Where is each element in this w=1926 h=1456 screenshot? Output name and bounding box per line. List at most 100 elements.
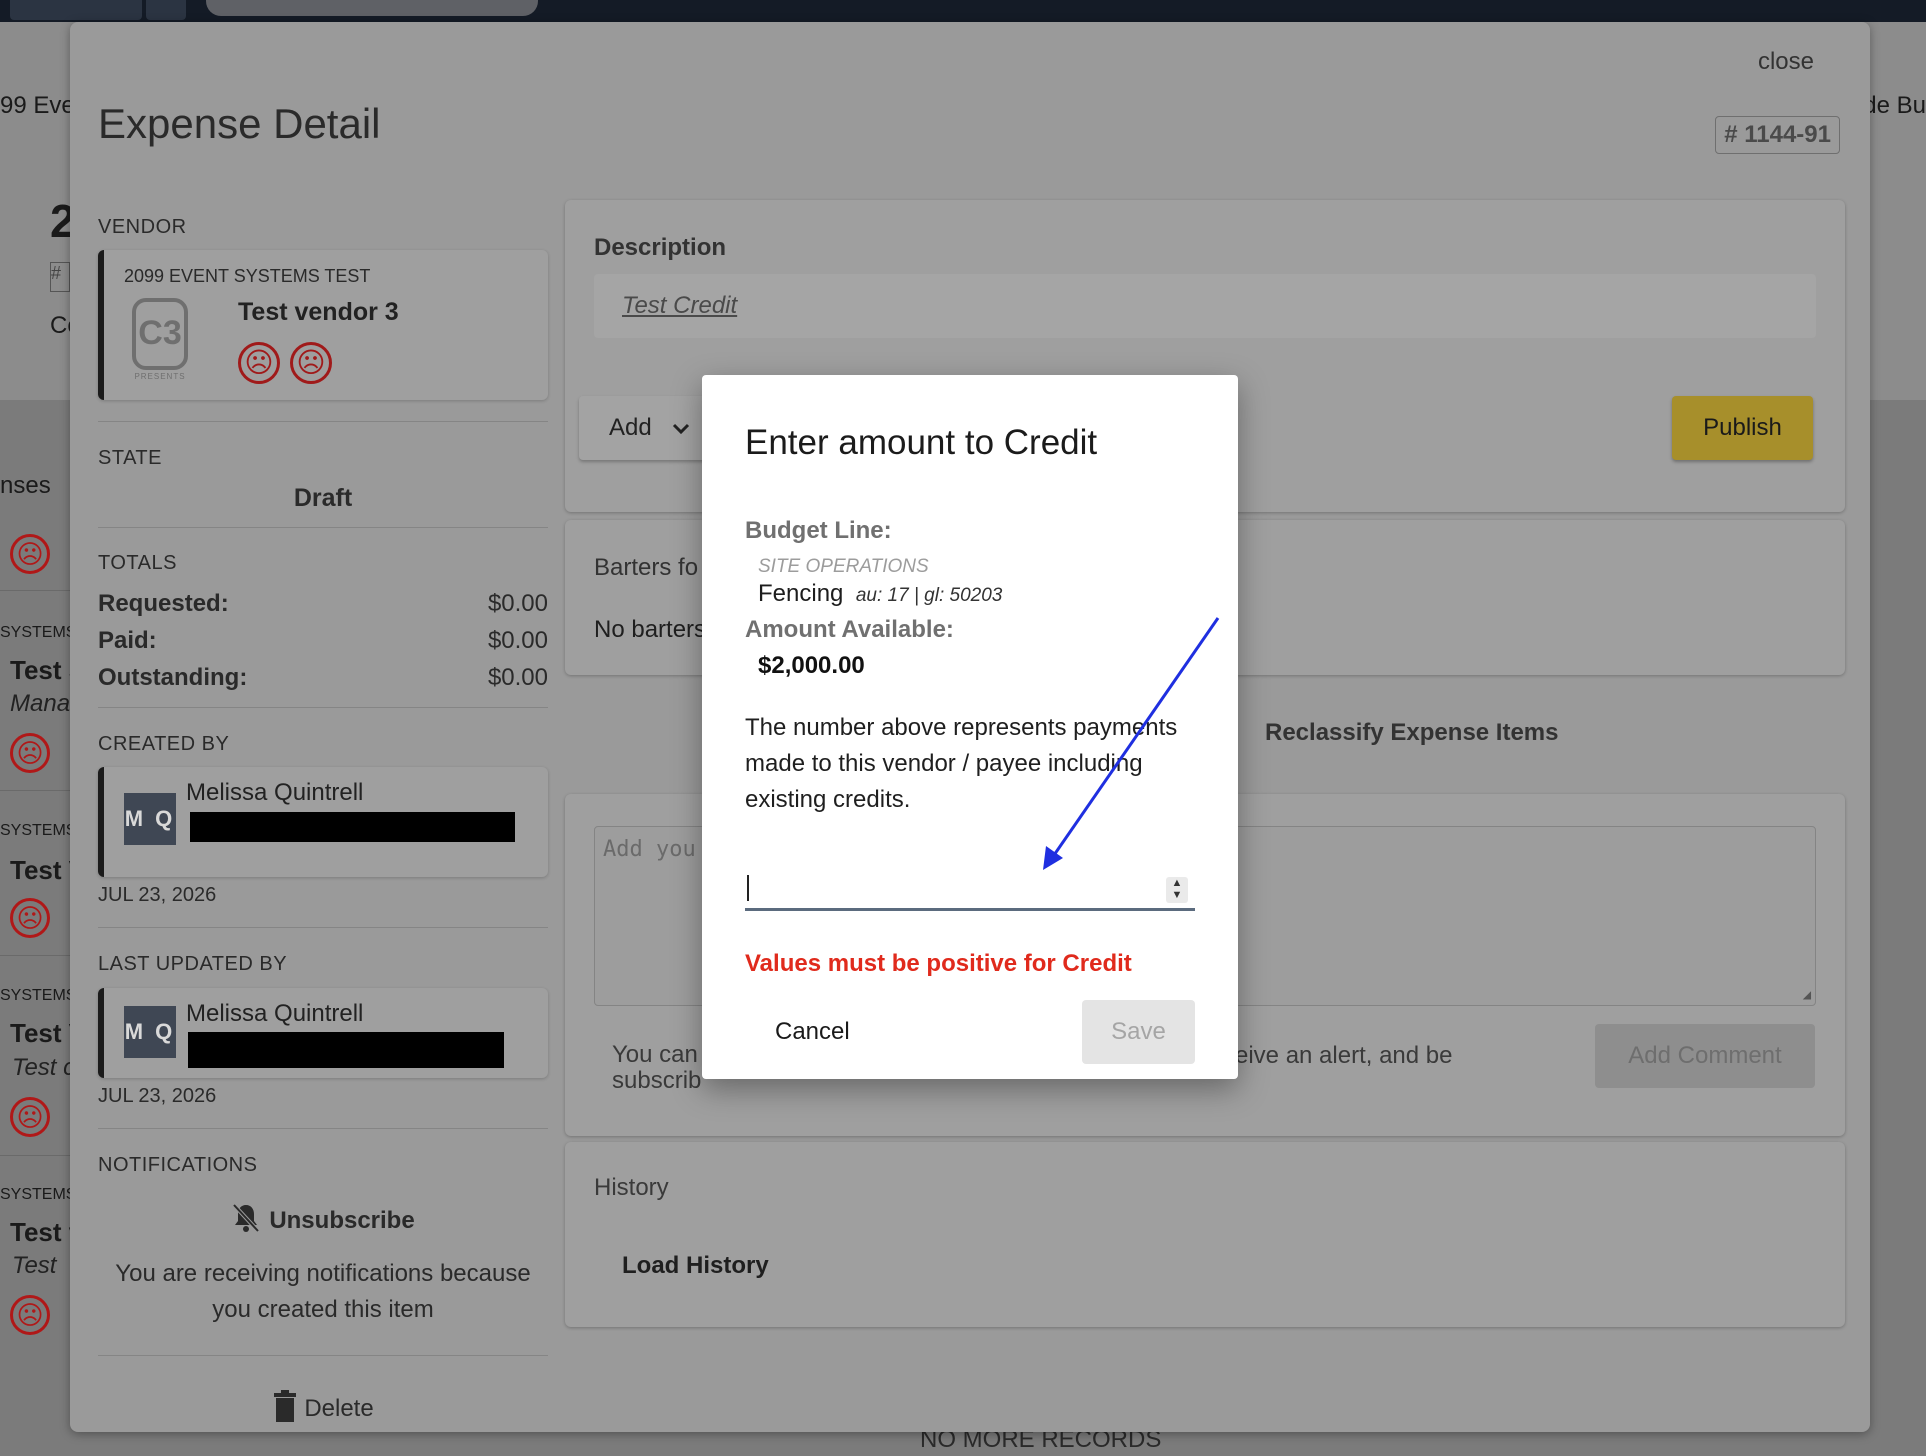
- top-navbar: [0, 0, 1926, 22]
- publish-button[interactable]: Publish: [1672, 396, 1813, 460]
- totals-row: Requested: $0.00: [98, 590, 548, 627]
- divider: [98, 1355, 548, 1356]
- navbar-search[interactable]: [206, 0, 538, 16]
- expense-id-badge: # 1144-91: [1715, 116, 1840, 154]
- budget-category: SITE OPERATIONS: [758, 556, 929, 577]
- description-field[interactable]: Test Credit: [594, 274, 1816, 338]
- validation-error: Values must be positive for Credit: [745, 950, 1132, 977]
- totals-row-value: $0.00: [487, 590, 548, 617]
- divider: [98, 927, 548, 928]
- totals-table: Requested: $0.00 Paid: $0.00 Outstanding…: [98, 590, 548, 701]
- history-panel: History Load History: [565, 1142, 1845, 1327]
- unsubscribe-button[interactable]: Unsubscribe: [98, 1202, 548, 1241]
- divider: [0, 790, 70, 791]
- created-by-label: CREATED BY: [98, 733, 230, 755]
- created-date: JUL 23, 2026: [98, 884, 217, 906]
- totals-row: Outstanding: $0.00: [98, 664, 548, 701]
- comment-hint-right: eive an alert, and be: [1235, 1042, 1453, 1069]
- resize-handle-icon[interactable]: ◢: [1803, 987, 1811, 1003]
- state-value: Draft: [293, 484, 353, 512]
- frown-icon: ☹: [10, 1295, 50, 1335]
- redacted-email: [190, 812, 515, 842]
- vendor-org: 2099 EVENT SYSTEMS TEST: [124, 266, 371, 286]
- bg-row-sub: Mana: [10, 690, 71, 717]
- redacted-email: [188, 1032, 504, 1068]
- totals-row-label: Requested:: [98, 590, 229, 617]
- frown-icon: ☹: [10, 1097, 50, 1137]
- load-history-button[interactable]: Load History: [622, 1252, 769, 1280]
- number-spinner-icon[interactable]: ▲ ▼: [1166, 877, 1188, 903]
- bg-section-title: nses: [0, 472, 51, 499]
- divider: [98, 421, 548, 422]
- dialog-title: Enter amount to Credit: [745, 423, 1098, 462]
- bell-off-icon: [231, 1202, 261, 1241]
- budget-codes: au: 17 | gl: 50203: [855, 585, 1003, 606]
- comment-placeholder: Add you: [603, 837, 696, 862]
- budget-line-item: Fencing au: 17 | gl: 50203: [758, 580, 1002, 608]
- totals-row-value: $0.00: [487, 664, 548, 691]
- amount-available-label: Amount Available:: [745, 616, 954, 643]
- comment-hint-line: subscrib: [612, 1067, 702, 1094]
- cancel-button[interactable]: Cancel: [745, 1000, 880, 1064]
- comment-hint-line: You can: [612, 1041, 698, 1068]
- divider: [98, 707, 548, 708]
- divider: [98, 1128, 548, 1129]
- description-label: Description: [594, 234, 727, 261]
- vendor-logo-caption: PRESENTS: [134, 372, 186, 381]
- vendor-logo-mark: C3: [132, 298, 188, 370]
- trash-icon: [272, 1390, 298, 1429]
- navbar-button[interactable]: [10, 0, 142, 20]
- totals-row-label: Paid:: [98, 627, 157, 654]
- add-comment-button[interactable]: Add Comment: [1595, 1024, 1815, 1088]
- divider: [0, 955, 70, 956]
- chevron-down-icon: [669, 416, 693, 447]
- frown-icon: ☹: [238, 342, 280, 384]
- frown-icon: ☹: [290, 342, 332, 384]
- state-label: STATE: [98, 447, 162, 469]
- created-by-name: Melissa Quintrell: [186, 779, 364, 806]
- delete-button[interactable]: Delete: [98, 1390, 548, 1429]
- divider: [98, 527, 548, 528]
- bg-row-sub: Test c: [12, 1054, 76, 1081]
- vendor-logo: C3 PRESENTS: [132, 298, 188, 381]
- frown-icon: ☹: [10, 534, 50, 574]
- bg-row-org: SYSTEMS: [0, 1186, 77, 1203]
- credit-amount-dialog: Enter amount to Credit Budget Line: SITE…: [702, 375, 1238, 1079]
- created-by-card: M Q Melissa Quintrell: [98, 767, 548, 877]
- totals-row-label: Outstanding:: [98, 664, 248, 691]
- delete-label: Delete: [304, 1394, 374, 1422]
- avatar: M Q: [124, 793, 176, 845]
- vendor-name: Test vendor 3: [238, 298, 399, 326]
- close-link[interactable]: close: [1758, 48, 1814, 76]
- bg-badge: #: [50, 262, 70, 292]
- divider: [0, 1155, 70, 1156]
- description-value: Test Credit: [622, 292, 738, 319]
- barters-label: Barters fo: [594, 554, 699, 581]
- bg-row-org: SYSTEMS: [0, 987, 77, 1004]
- unsubscribe-label: Unsubscribe: [269, 1206, 415, 1234]
- frown-icon: ☹: [10, 898, 50, 938]
- navbar-button[interactable]: [146, 0, 186, 20]
- totals-row: Paid: $0.00: [98, 627, 548, 664]
- frown-icon: ☹: [10, 733, 50, 773]
- add-label: Add: [609, 414, 652, 441]
- dialog-explanation: The number above represents payments mad…: [745, 714, 1178, 813]
- credit-amount-input[interactable]: [745, 865, 1195, 911]
- barters-empty: No barters: [594, 616, 707, 643]
- bg-row-org: SYSTEMS: [0, 822, 77, 839]
- comment-hint-left: You can subscrib: [612, 1042, 701, 1094]
- vendor-label: VENDOR: [98, 216, 187, 238]
- modal-title: Expense Detail: [98, 100, 381, 147]
- bg-row-sub: Test: [12, 1252, 57, 1279]
- last-updated-name: Melissa Quintrell: [186, 1000, 364, 1027]
- reclassify-button[interactable]: Reclassify Expense Items: [1265, 719, 1559, 747]
- totals-row-value: $0.00: [487, 627, 548, 654]
- updated-date: JUL 23, 2026: [98, 1085, 217, 1107]
- amount-available-value: $2,000.00: [758, 652, 865, 679]
- vendor-card[interactable]: 2099 EVENT SYSTEMS TEST C3 PRESENTS Test…: [98, 250, 548, 400]
- avatar: M Q: [124, 1006, 176, 1058]
- last-updated-label: LAST UPDATED BY: [98, 953, 288, 975]
- budget-line-label: Budget Line:: [745, 517, 892, 544]
- save-button[interactable]: Save: [1082, 1000, 1195, 1064]
- totals-label: TOTALS: [98, 552, 177, 574]
